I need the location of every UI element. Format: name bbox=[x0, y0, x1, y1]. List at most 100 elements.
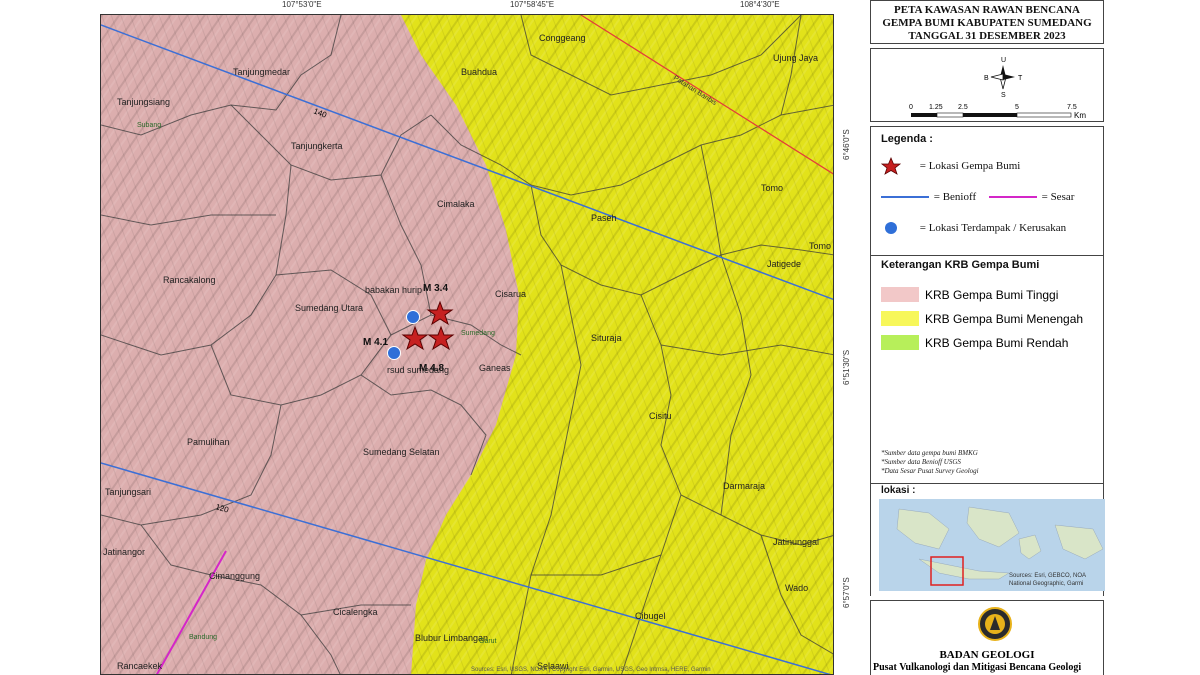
krb-swatch-high bbox=[881, 287, 919, 302]
coord-right-3: 6°57'0"S bbox=[842, 577, 851, 608]
place-babakan-hurip: babakan hurip bbox=[365, 285, 422, 295]
map-title-line1: PETA KAWASAN RAWAN BENCANA bbox=[894, 4, 1080, 16]
place-conggeang: Conggeang bbox=[539, 33, 586, 43]
place-cibugel: Cibugel bbox=[635, 611, 666, 621]
compass-icon: U S B T bbox=[984, 57, 1023, 99]
source-note-2: *Sumber data Benioff USGS bbox=[881, 458, 961, 466]
source-note-1: *Sumber data gempa bumi BMKG bbox=[881, 449, 978, 457]
star-icon bbox=[880, 156, 902, 175]
place-tanjungkerta: Tanjungkerta bbox=[291, 141, 343, 151]
krb-label-medium: KRB Gempa Bumi Menengah bbox=[925, 311, 1084, 326]
krb-item-high: KRB Gempa Bumi Tinggi bbox=[881, 287, 1058, 302]
scale-tick-3: 5 bbox=[1015, 104, 1019, 111]
place-cicalengka: Cicalengka bbox=[333, 607, 378, 617]
compass-north: U bbox=[1001, 57, 1006, 64]
compass-east: T bbox=[1018, 75, 1023, 82]
place-tomo: Tomo bbox=[761, 183, 783, 193]
place-cimalaka: Cimalaka bbox=[437, 199, 475, 209]
place-jatinunggal: Jatinunggal bbox=[773, 537, 819, 547]
scale-tick-2: 2.5 bbox=[958, 104, 968, 111]
legend-heading: Legenda : bbox=[881, 133, 933, 145]
legend-quake-label: = Lokasi Gempa Bumi bbox=[919, 159, 1021, 172]
legend-box: Legenda : = Lokasi Gempa Bumi = Benioff … bbox=[870, 126, 1105, 596]
benioff-line-icon bbox=[881, 196, 929, 199]
place-rancakalong: Rancakalong bbox=[163, 275, 216, 285]
quake-label-m48: M 4.8 bbox=[419, 363, 444, 374]
scale-unit: Km bbox=[1074, 111, 1086, 120]
place-cisarua: Cisarua bbox=[495, 289, 526, 299]
place-garut: Garut bbox=[479, 638, 497, 645]
scale-tick-4: 7.5 bbox=[1067, 104, 1077, 111]
place-cimanggung: Cimanggung bbox=[209, 571, 260, 581]
compass-west: B bbox=[984, 75, 989, 82]
place-rancaekek: Rancaekek bbox=[117, 661, 163, 671]
krb-label-high: KRB Gempa Bumi Tinggi bbox=[925, 287, 1059, 302]
krb-swatch-medium bbox=[881, 311, 919, 326]
scale-tick-1: 1.25 bbox=[929, 104, 943, 111]
circle-icon bbox=[885, 222, 897, 234]
quake-label-m34: M 3.4 bbox=[423, 283, 448, 294]
place-ganeas: Ganeas bbox=[479, 363, 511, 373]
scale-tick-0: 0 bbox=[909, 104, 913, 111]
legend-quake: = Lokasi Gempa Bumi bbox=[880, 156, 1021, 175]
agency-name: BADAN GEOLOGI bbox=[939, 649, 1035, 661]
place-wado: Wado bbox=[785, 583, 808, 593]
hazard-map[interactable]: 140 120 Patahan Baribis Tanjungmedar Tan… bbox=[101, 15, 834, 675]
place-sumedang: Sumedang bbox=[461, 330, 495, 337]
coord-top-3: 108°4'30"E bbox=[740, 0, 780, 9]
place-tomo-2: Tomo bbox=[809, 241, 831, 251]
coord-top-2: 107°58'45"E bbox=[510, 0, 555, 9]
location-divider bbox=[871, 483, 1103, 484]
scale-bar: 0 1.25 2.5 5 7.5 Km bbox=[909, 104, 1086, 120]
place-ujung: Ujung Jaya bbox=[773, 53, 818, 63]
place-cisitu: Cisitu bbox=[649, 411, 672, 421]
legend-affected-label: = Lokasi Terdampak / Kerusakan bbox=[919, 221, 1067, 234]
coord-right-2: 6°51'30"S bbox=[842, 349, 851, 385]
place-jatigede: Jatigede bbox=[767, 259, 801, 269]
place-bandung: Bandung bbox=[189, 634, 217, 641]
legend-benioff-label: = Benioff bbox=[933, 191, 977, 203]
place-blubur-limbangan: Blubur Limbangan bbox=[415, 633, 488, 643]
krb-heading: Keterangan KRB Gempa Bumi bbox=[881, 259, 1040, 271]
map-frame[interactable]: 140 120 Patahan Baribis Tanjungmedar Tan… bbox=[100, 14, 834, 675]
agency-sub: Pusat Vulkanologi dan Mitigasi Bencana G… bbox=[873, 662, 1082, 673]
place-darmaraja: Darmaraja bbox=[723, 481, 765, 491]
krb-swatch-low bbox=[881, 335, 919, 350]
location-heading: lokasi : bbox=[881, 485, 916, 496]
coord-top-1: 107°53'0"E bbox=[282, 0, 322, 9]
krb-label-low: KRB Gempa Bumi Rendah bbox=[925, 335, 1069, 350]
place-situraja: Situraja bbox=[591, 333, 622, 343]
badan-geologi-logo-icon bbox=[978, 607, 1012, 641]
krb-item-low: KRB Gempa Bumi Rendah bbox=[881, 335, 1068, 350]
source-notes: *Sumber data gempa bumi BMKG *Sumber dat… bbox=[881, 449, 979, 476]
map-attribution: Sources: Esri, USGS, NOAA | Copyright Es… bbox=[471, 667, 711, 673]
place-tanjungsari: Tanjungsari bbox=[105, 487, 151, 497]
source-note-3: *Data Sesar Pusat Survey Geologi bbox=[881, 467, 979, 475]
legend-affected: = Lokasi Terdampak / Kerusakan bbox=[881, 221, 1066, 235]
legend-divider bbox=[871, 255, 1103, 256]
compass-south: S bbox=[1001, 92, 1006, 99]
map-title-line3: TANGGAL 31 DESEMBER 2023 bbox=[908, 30, 1066, 42]
place-paseh: Paseh bbox=[591, 213, 617, 223]
fault-line-icon bbox=[988, 196, 1037, 199]
side-panel: PETA KAWASAN RAWAN BENCANA GEMPA BUMI KA… bbox=[866, 0, 1200, 675]
map-title-line2: GEMPA BUMI KABUPATEN SUMEDANG bbox=[882, 17, 1092, 29]
compass-scale: U S B T 0 1.25 2.5 5 7.5 Km bbox=[909, 57, 1086, 120]
affected-point-rsud-sumedang[interactable] bbox=[387, 346, 401, 360]
quake-label-m41: M 4.1 bbox=[363, 337, 388, 348]
inset-location-map[interactable]: Sources: Esri, GEBCO, NOA National Geogr… bbox=[879, 499, 1105, 591]
affected-point-babakan-hurip[interactable] bbox=[406, 310, 420, 324]
inset-credit-1: Sources: Esri, GEBCO, NOA bbox=[1009, 573, 1086, 579]
krb-item-medium: KRB Gempa Bumi Menengah bbox=[881, 311, 1083, 326]
place-sumedang-utara: Sumedang Utara bbox=[295, 303, 363, 313]
place-subang: Subang bbox=[137, 122, 161, 129]
place-tanjungsiang: Tanjungsiang bbox=[117, 97, 170, 107]
place-pamulihan: Pamulihan bbox=[187, 437, 230, 447]
place-buahdua: Buahdua bbox=[461, 67, 497, 77]
legend-benioff: = Benioff = Sesar bbox=[881, 191, 1074, 203]
place-tanjungmedar: Tanjungmedar bbox=[233, 67, 290, 77]
legend-fault-label: = Sesar bbox=[1041, 191, 1075, 203]
place-jatinangor: Jatinangor bbox=[103, 547, 145, 557]
place-sumedang-selatan: Sumedang Selatan bbox=[363, 447, 440, 457]
agency-box: BADAN GEOLOGI Pusat Vulkanologi dan Miti… bbox=[870, 600, 1104, 675]
